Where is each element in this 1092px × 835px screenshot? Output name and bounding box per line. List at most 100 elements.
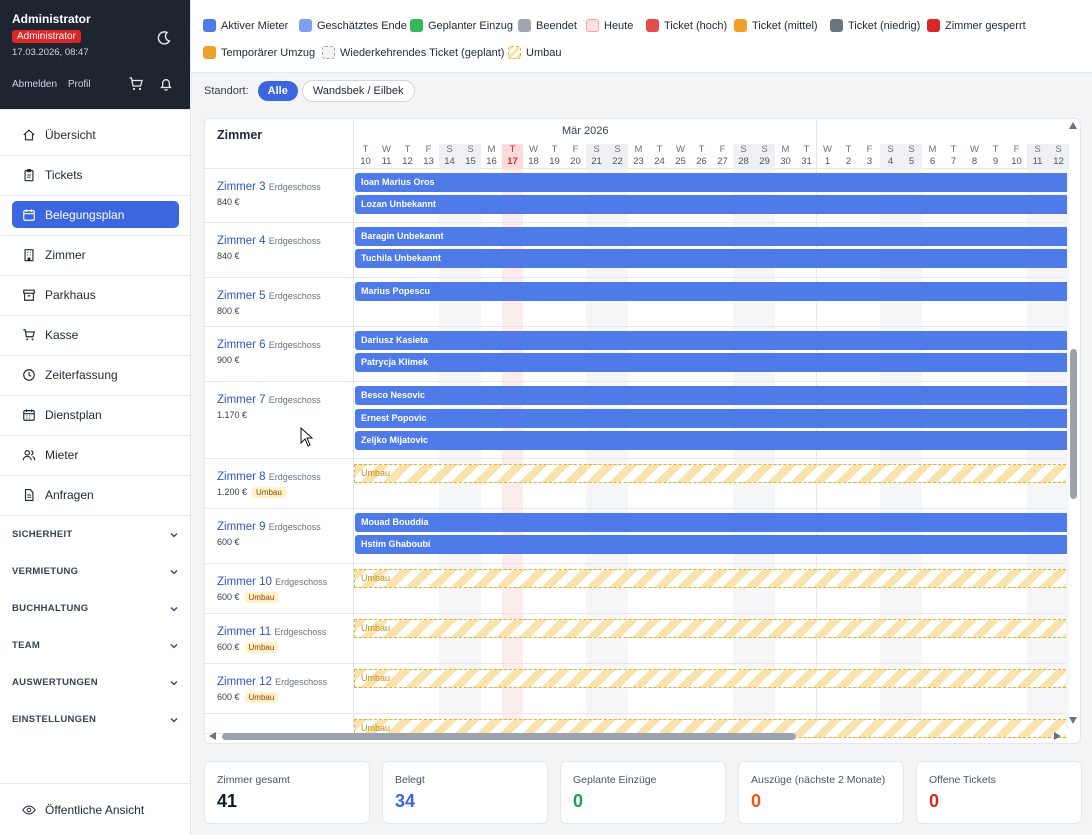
day-number: 3 [866, 156, 873, 167]
nav-item-belegungsplan[interactable]: Belegungsplan [12, 201, 179, 228]
day-number: 29 [759, 156, 770, 167]
location-filter: Standort: Alle Wandsbek / Eilbek [204, 79, 415, 103]
scroll-down-icon[interactable] [1069, 717, 1077, 724]
chevron-down-icon [170, 532, 178, 537]
day-number: 11 [1032, 156, 1043, 167]
nav-item-mieter[interactable]: Mieter [12, 441, 179, 468]
tenant-bar[interactable]: Hstim Ghaboubi [355, 535, 1067, 554]
tenant-bar[interactable]: Mouad Bouddia [355, 513, 1067, 532]
user-panel: Administrator Administrator 17.03.2026, … [0, 0, 190, 109]
user-name: Administrator [12, 12, 91, 26]
day-number: 10 [1011, 156, 1022, 167]
renovation-bar[interactable]: Umbau [354, 569, 1066, 588]
vertical-scroll-thumb[interactable] [1070, 349, 1077, 499]
weekday-label: S [908, 144, 915, 155]
nav-section-einstellungen[interactable]: EINSTELLUNGEN [12, 714, 179, 725]
room-name-link[interactable]: Zimmer 12 Erdgeschoss [217, 676, 327, 688]
room-row: Zimmer 6 Erdgeschoss 900 € [205, 327, 354, 382]
room-price: 840 € [217, 251, 240, 261]
horizontal-scroll-thumb[interactable] [222, 733, 796, 740]
tenant-bar[interactable]: Lozan Unbekannt [355, 195, 1067, 214]
tenant-bar[interactable]: Ioan Marius Oros [355, 173, 1067, 192]
room-price-line: 840 € [217, 197, 240, 207]
room-name: Zimmer 12 [217, 676, 272, 688]
horizontal-scrollbar[interactable] [205, 729, 1080, 743]
room-row: Zimmer 3 Erdgeschoss 840 € [205, 169, 354, 223]
weekday-label: S [614, 144, 621, 155]
moon-icon[interactable] [156, 30, 172, 46]
legend-swatch [586, 19, 599, 32]
home-icon [23, 128, 35, 140]
room-name-link[interactable]: Zimmer 4 Erdgeschoss [217, 235, 321, 247]
filter-all-button[interactable]: Alle [257, 81, 298, 101]
bell-icon[interactable] [158, 76, 174, 92]
nav-item-parkhaus[interactable]: Parkhaus [12, 281, 179, 308]
tenant-bar[interactable]: Ernest Popovic [355, 408, 1067, 428]
legend-swatch [508, 46, 521, 59]
nav-section-sicherheit[interactable]: SICHERHEIT [12, 529, 179, 540]
room-name-link[interactable]: Zimmer 9 Erdgeschoss [217, 521, 321, 533]
room-floor: Erdgeschoss [268, 522, 321, 532]
stat-label: Offene Tickets [929, 774, 996, 786]
tenant-bar[interactable]: Baragin Unbekannt [355, 227, 1067, 246]
room-name-link[interactable]: Zimmer 3 Erdgeschoss [217, 181, 321, 193]
tenant-bar[interactable]: Besco Nesovic [355, 386, 1067, 405]
nav-item-anfragen[interactable]: Anfragen [12, 481, 179, 508]
weekday-label: T [509, 144, 516, 155]
nav-item-label: Zeiterfassung [45, 367, 118, 382]
nav-section-auswertungen[interactable]: AUSWERTUNGEN [12, 677, 179, 688]
day-header-cell: S4 [880, 144, 901, 169]
day-header-cell: T 26 [691, 119, 712, 169]
cart-icon[interactable] [128, 76, 144, 92]
stat-value: 41 [217, 791, 238, 811]
public-view-link[interactable]: Öffentliche Ansicht [12, 796, 144, 823]
legend-label: Aktiver Mieter [221, 19, 289, 32]
room-name-link[interactable]: Zimmer 10 Erdgeschoss [217, 576, 327, 588]
weekday-label: S [887, 144, 894, 155]
stat-card: Belegt 34 [382, 761, 548, 824]
scroll-left-icon[interactable] [209, 732, 216, 740]
room-floor: Erdgeschoss [268, 395, 321, 405]
day-number: 18 [528, 156, 539, 167]
vertical-scrollbar[interactable] [1066, 119, 1080, 729]
logout-link[interactable]: Abmelden [12, 79, 57, 90]
day-header-cell: T 10 [355, 119, 376, 169]
tenant-bar[interactable]: Dariusz Kasieta [355, 331, 1067, 350]
room-name-link[interactable]: Zimmer 5 Erdgeschoss [217, 290, 321, 302]
nav-item-kasse[interactable]: Kasse [12, 321, 179, 348]
room-name: Zimmer 4 [217, 235, 266, 247]
tenant-bar[interactable]: Zeljko Mijatovic [355, 431, 1067, 450]
scroll-right-icon[interactable] [1054, 732, 1061, 740]
renovation-bar[interactable]: Umbau [354, 464, 1066, 483]
nav-section-label: EINSTELLUNGEN [12, 714, 97, 725]
room-name-link[interactable]: Zimmer 11 Erdgeschoss [217, 626, 326, 638]
room-name-link[interactable]: Zimmer 6 Erdgeschoss [217, 339, 321, 351]
profile-link[interactable]: Profil [68, 79, 91, 90]
tenant-bar[interactable]: Marius Popescu [355, 282, 1067, 301]
stat-label: Geplante Einzüge [573, 774, 657, 786]
nav-item-übersicht[interactable]: Übersicht [12, 121, 179, 148]
room-floor: Erdgeschoss [275, 677, 328, 687]
nav-section-team[interactable]: TEAM [12, 640, 179, 651]
day-header-cell: S 14 [439, 144, 460, 169]
room-name: Zimmer 5 [217, 290, 266, 302]
stat-value: 0 [573, 791, 584, 811]
renovation-bar[interactable]: Umbau [354, 619, 1066, 638]
nav-section-buchhaltung[interactable]: BUCHHALTUNG [12, 603, 179, 614]
filter-wandsbek-button[interactable]: Wandsbek / Eilbek [301, 80, 415, 102]
room-name-link[interactable]: Zimmer 7 Erdgeschoss [217, 394, 321, 406]
day-header-cell: F 20 [565, 119, 586, 169]
nav-item-zeiterfassung[interactable]: Zeiterfassung [12, 361, 179, 388]
renovation-bar[interactable]: Umbau [354, 669, 1066, 688]
room-name-link[interactable]: Zimmer 8 Erdgeschoss [217, 471, 321, 483]
nav-item-dienstplan[interactable]: Dienstplan [12, 401, 179, 428]
tenant-bar[interactable]: Patrycja Klimek [355, 353, 1067, 372]
day-number: 2 [845, 156, 852, 167]
weekday-label: S [761, 144, 768, 155]
nav-item-tickets[interactable]: Tickets [12, 161, 179, 188]
nav-item-zimmer[interactable]: Zimmer [12, 241, 179, 268]
legend-item: Ticket (mittel) [734, 19, 818, 32]
nav-section-vermietung[interactable]: VERMIETUNG [12, 566, 179, 577]
tenant-bar[interactable]: Tuchila Unbekannt [355, 249, 1067, 268]
scroll-up-icon[interactable] [1069, 122, 1077, 129]
